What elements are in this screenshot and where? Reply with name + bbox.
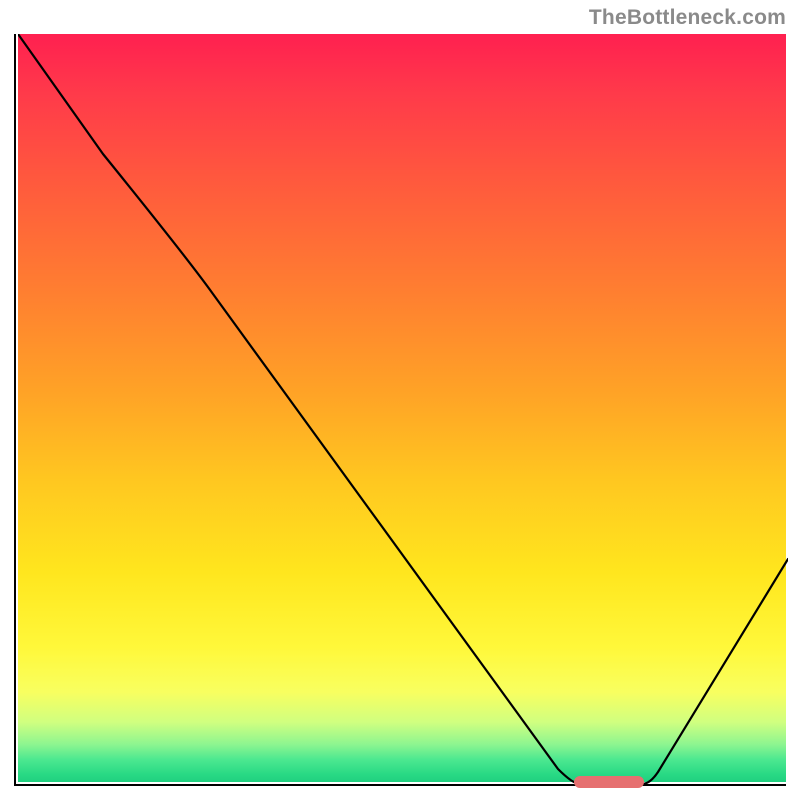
plot-area (14, 34, 786, 786)
watermark-text: TheBottleneck.com (589, 6, 786, 30)
gradient-background (18, 34, 786, 782)
optimal-range-marker (574, 776, 644, 788)
chart-canvas: TheBottleneck.com (0, 0, 800, 800)
